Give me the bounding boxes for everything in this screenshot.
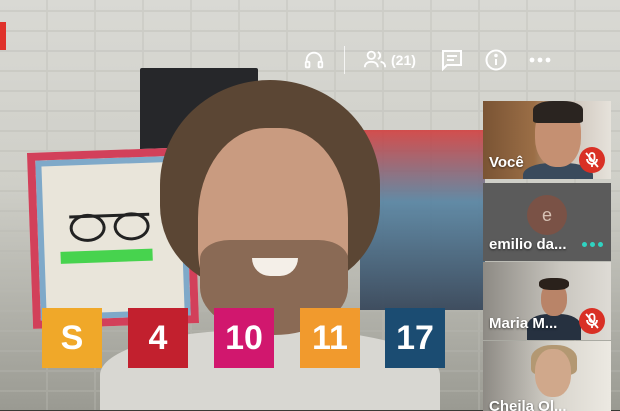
mic-off-icon: [579, 308, 605, 334]
speaking-indicator-icon: [582, 242, 603, 247]
people-icon: [363, 49, 387, 72]
headphones-icon[interactable]: [300, 46, 328, 74]
recording-indicator: [0, 22, 6, 50]
poster-green-stroke: [60, 248, 153, 264]
main-speaker: [160, 80, 380, 335]
participant-name: Maria M...: [489, 315, 558, 332]
participant-face: [535, 349, 571, 397]
participant-name: Você: [489, 154, 524, 171]
ods-tile-17: 17: [385, 308, 445, 368]
ods-tile-10: 10: [214, 308, 274, 368]
participants-button[interactable]: (21): [363, 49, 416, 72]
poster-glasses-drawing: [69, 212, 151, 245]
call-toolbar: (21): [300, 44, 554, 76]
mic-off-icon: [579, 147, 605, 173]
participant-tile-cheila[interactable]: Cheila Ol...: [483, 341, 611, 411]
participant-hair: [533, 101, 583, 123]
ods-tile-s: S: [42, 308, 102, 368]
ods-tile-4: 4: [128, 308, 188, 368]
participant-tile-self[interactable]: Você: [483, 101, 611, 179]
info-icon[interactable]: [482, 46, 510, 74]
participant-tile-emilio[interactable]: e emilio da...: [483, 183, 611, 261]
participant-tile-maria[interactable]: Maria M...: [483, 262, 611, 340]
participant-hair: [539, 278, 569, 290]
participant-name: Cheila Ol...: [489, 398, 567, 411]
avatar: e: [527, 195, 567, 235]
participant-count: (21): [391, 52, 416, 68]
ods-tile-11: 11: [300, 308, 360, 368]
more-icon[interactable]: [526, 46, 554, 74]
chat-icon[interactable]: [438, 46, 466, 74]
toolbar-divider: [344, 46, 345, 74]
participant-name: emilio da...: [489, 236, 567, 253]
